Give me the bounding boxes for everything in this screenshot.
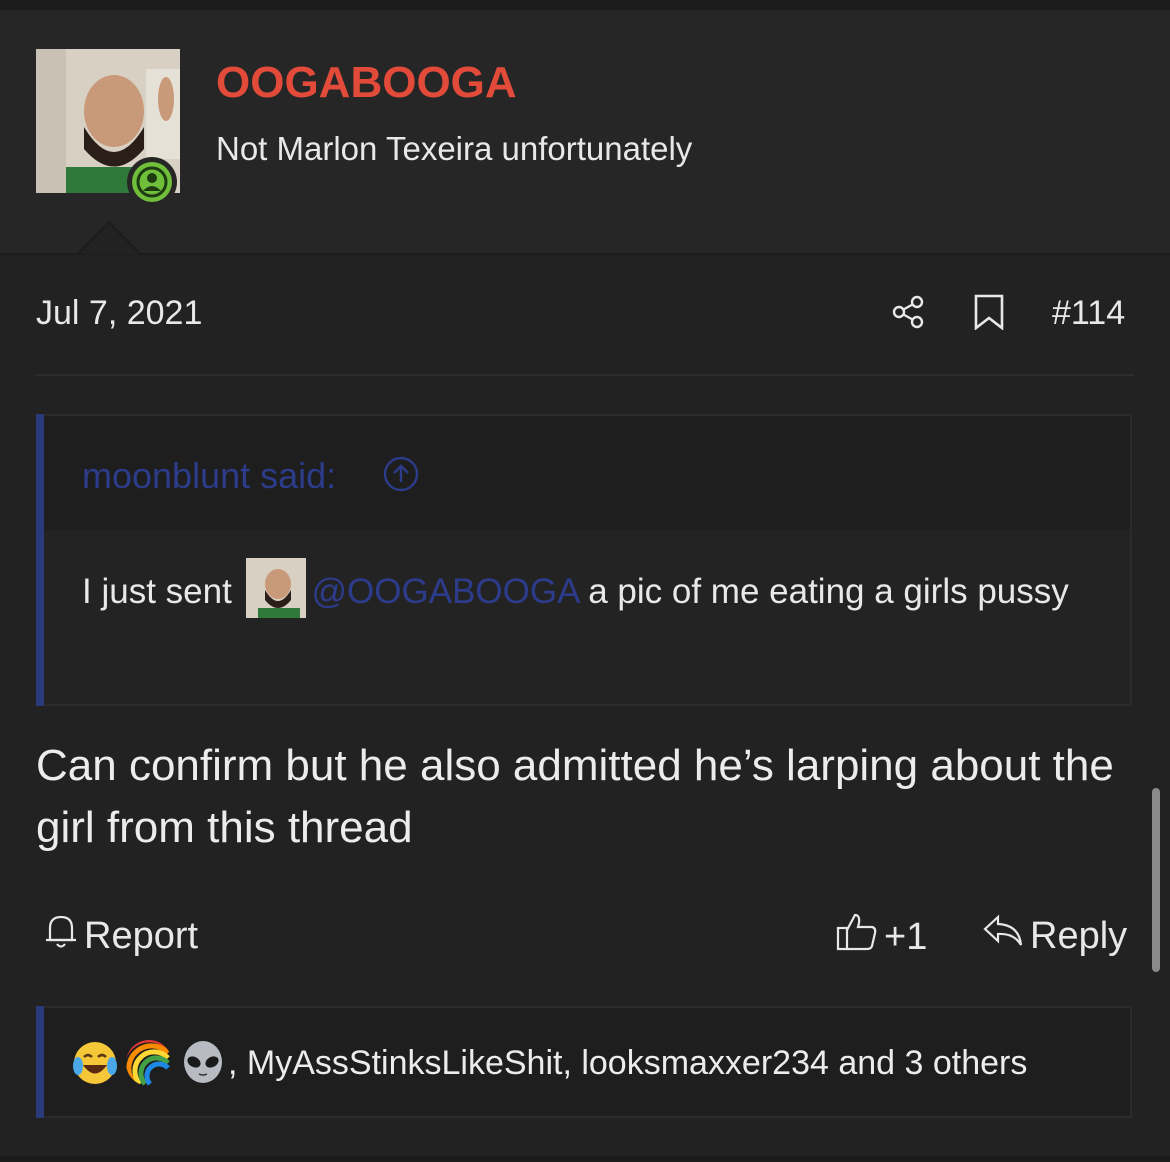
jump-up-icon[interactable] bbox=[382, 455, 420, 493]
username-link[interactable]: OOGABOOGA bbox=[216, 58, 517, 108]
alien-emoji bbox=[184, 1041, 222, 1083]
like-button[interactable]: +1 bbox=[836, 912, 927, 962]
share-icon[interactable] bbox=[890, 294, 926, 330]
divider bbox=[36, 374, 1134, 376]
user-mention-link[interactable]: @OOGABOOGA bbox=[312, 572, 579, 611]
reply-icon bbox=[982, 912, 1024, 960]
like-count: +1 bbox=[884, 915, 928, 958]
bell-icon bbox=[44, 912, 78, 960]
quote-text-before: I just sent bbox=[82, 572, 242, 611]
quote-text-after: a pic of me eating a girls pussy bbox=[578, 572, 1069, 611]
quote-author-link[interactable]: moonblunt said: bbox=[82, 455, 336, 497]
scrollbar[interactable] bbox=[1152, 788, 1160, 972]
report-label: Report bbox=[84, 914, 199, 957]
post-body: Can confirm but he also admitted he’s la… bbox=[36, 741, 1114, 852]
bookmark-icon[interactable] bbox=[972, 294, 1006, 331]
top-edge bbox=[0, 0, 1170, 10]
post-date[interactable]: Jul 7, 2021 bbox=[36, 294, 202, 333]
user-icon bbox=[136, 166, 168, 198]
reply-label: Reply bbox=[1030, 914, 1128, 957]
thumbs-up-icon bbox=[836, 912, 878, 962]
reaction-emojis[interactable] bbox=[72, 1040, 234, 1086]
user-title: Not Marlon Texeira unfortunately bbox=[216, 130, 693, 167]
quote-text: I just sent @OOGABOOGA a pic of me eatin… bbox=[82, 557, 1102, 624]
reply-button[interactable]: Reply bbox=[982, 912, 1127, 960]
reaction-users-text[interactable]: , MyAssStinksLikeShit, looksmaxxer234 an… bbox=[228, 1044, 1027, 1083]
laughing-crying-emoji bbox=[73, 1042, 117, 1084]
online-status-badge bbox=[127, 157, 177, 207]
rainbow-emoji bbox=[126, 1040, 170, 1086]
reactions-accent-bar bbox=[36, 1006, 44, 1118]
bottom-edge bbox=[0, 1156, 1170, 1162]
quote-accent-bar bbox=[36, 414, 44, 706]
mention-avatar bbox=[245, 557, 306, 618]
report-button[interactable]: Report bbox=[44, 912, 198, 960]
post-number-link[interactable]: #114 bbox=[1052, 294, 1125, 333]
